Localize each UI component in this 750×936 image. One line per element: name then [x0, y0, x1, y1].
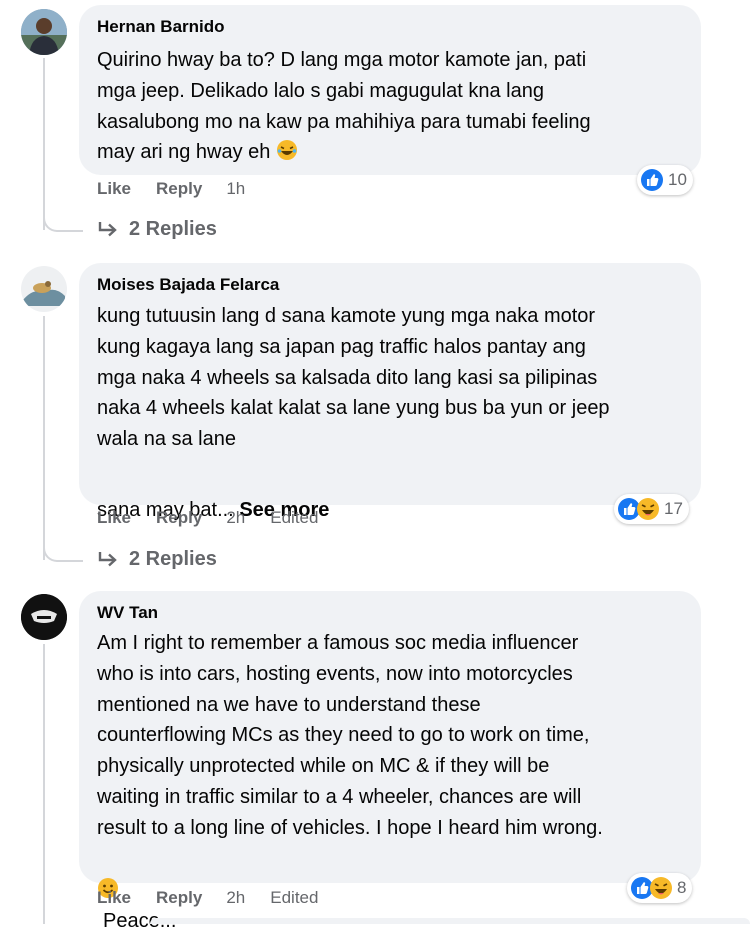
comment-text: Quirino hway ba to? D lang mga motor kam…	[97, 49, 591, 164]
reaction-summary[interactable]: 17	[614, 494, 689, 524]
edited-label[interactable]: Edited	[270, 888, 318, 908]
comment-author[interactable]: Moises Bajada Felarca	[97, 275, 279, 295]
reply-arrow-icon	[98, 551, 117, 566]
reply-connector	[43, 200, 83, 232]
replies-label: 2 Replies	[129, 218, 217, 240]
comment-actions: Like Reply 2h Edited	[97, 508, 318, 528]
avatar[interactable]	[21, 266, 67, 312]
comment-bubble: Moises Bajada Felarca kung tutuusin lang…	[79, 263, 701, 521]
like-button[interactable]: Like	[97, 508, 131, 528]
haha-reaction-icon	[637, 498, 659, 520]
comment-timestamp[interactable]: 2h	[226, 508, 245, 528]
comment-actions: Like Reply 2h Edited	[97, 888, 318, 908]
thread-line	[43, 316, 45, 560]
comment-text: Am I right to remember a famous soc medi…	[97, 632, 603, 839]
like-button[interactable]: Like	[97, 179, 131, 199]
comment-author[interactable]: WV Tan	[97, 603, 158, 623]
comment-bubble: WV Tan Am I right to remember a famous s…	[79, 591, 701, 932]
reaction-summary[interactable]: 8	[627, 873, 693, 903]
haha-reaction-icon	[650, 877, 672, 899]
reaction-summary[interactable]: 10	[637, 165, 693, 195]
replies-label: 2 Replies	[129, 548, 217, 570]
reaction-count: 17	[664, 499, 683, 518]
reply-button[interactable]: Reply	[156, 508, 202, 528]
view-replies-button[interactable]: 2 Replies	[97, 548, 217, 571]
like-button[interactable]: Like	[97, 888, 131, 908]
laughing-face-emoji-icon	[276, 139, 298, 161]
comment-timestamp[interactable]: 1h	[226, 179, 245, 199]
comment-bubble: Hernan Barnido Quirino hway ba to? D lan…	[79, 5, 701, 175]
comment-actions: Like Reply 1h	[97, 179, 245, 199]
avatar[interactable]	[21, 594, 67, 640]
like-reaction-icon	[641, 169, 663, 191]
next-reply-bubble-edge	[150, 918, 750, 924]
comment-author[interactable]: Hernan Barnido	[97, 17, 225, 37]
comment-timestamp[interactable]: 2h	[226, 888, 245, 908]
avatar[interactable]	[21, 9, 67, 55]
reply-button[interactable]: Reply	[156, 179, 202, 199]
thread-line	[43, 644, 45, 924]
view-replies-button[interactable]: 2 Replies	[97, 218, 217, 241]
edited-label[interactable]: Edited	[270, 508, 318, 528]
reaction-count: 8	[677, 878, 687, 897]
comment-text: kung tutuusin lang d sana kamote yung mg…	[97, 305, 610, 451]
reply-arrow-icon	[98, 221, 117, 236]
reply-connector	[43, 530, 83, 562]
reply-button[interactable]: Reply	[156, 888, 202, 908]
reaction-count: 10	[668, 170, 687, 189]
